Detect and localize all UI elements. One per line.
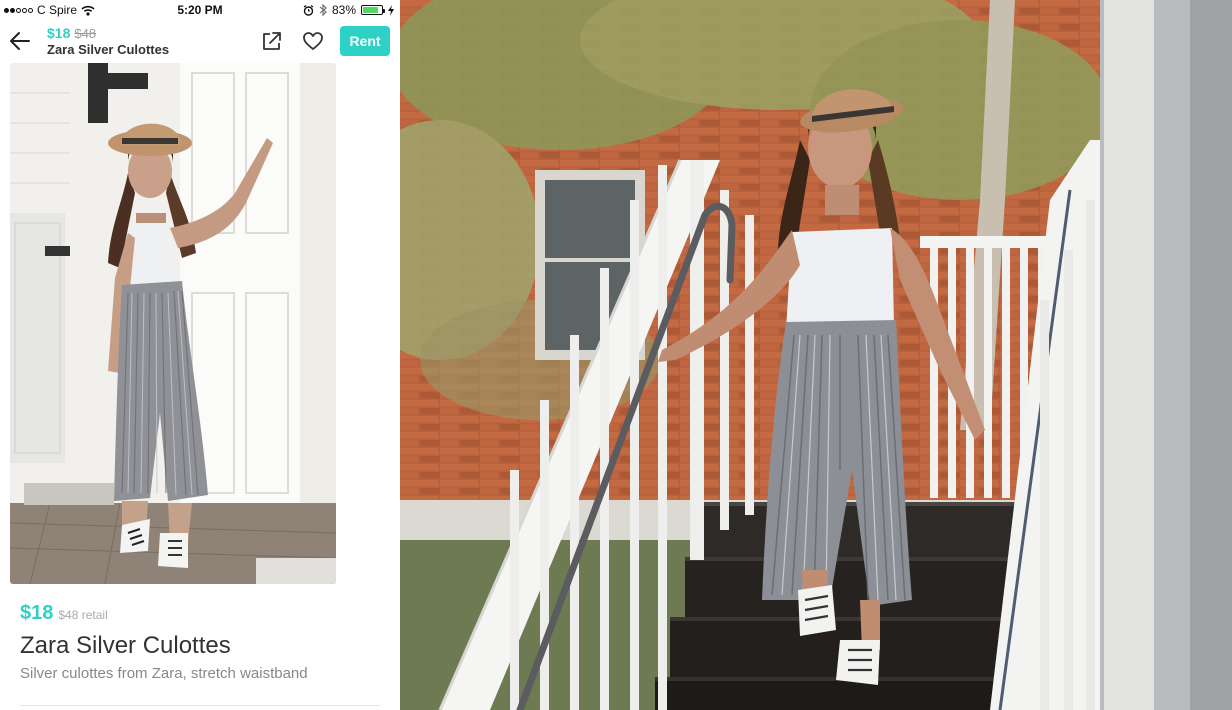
nav-title-block: $18 $48 Zara Silver Culottes xyxy=(47,25,169,57)
battery-percent: 83% xyxy=(331,3,356,17)
product-title: Zara Silver Culottes xyxy=(20,632,231,659)
share-icon[interactable] xyxy=(261,30,283,52)
product-photo-illustration xyxy=(10,63,336,584)
lifestyle-photo-illustration xyxy=(400,0,1232,710)
nav-retail-price: $48 xyxy=(74,26,97,41)
product-description: Silver culottes from Zara, stretch waist… xyxy=(20,665,308,682)
battery-icon xyxy=(361,5,385,15)
retail-price: $48 retail xyxy=(58,608,108,622)
rental-price: $18 xyxy=(20,602,54,624)
heart-icon[interactable] xyxy=(302,30,324,52)
phone-screen: C Spire 5:20 PM 83% $18 $48 Zara Silver … xyxy=(0,0,400,710)
status-right: 83% xyxy=(303,3,394,17)
nav-price-row: $18 $48 xyxy=(47,25,169,41)
bluetooth-icon xyxy=(319,4,327,16)
price-row: $18 $48 retail xyxy=(20,602,108,625)
charging-bolt-icon xyxy=(388,4,394,16)
lifestyle-photo xyxy=(400,0,1232,710)
rent-button[interactable]: Rent xyxy=(340,26,390,56)
back-arrow-icon[interactable] xyxy=(8,30,32,52)
battery-level xyxy=(363,7,378,13)
status-bar: C Spire 5:20 PM 83% xyxy=(0,0,400,20)
divider xyxy=(20,705,380,706)
alarm-icon xyxy=(303,4,314,16)
product-photo[interactable] xyxy=(10,63,336,584)
top-nav-bar: $18 $48 Zara Silver Culottes Rent xyxy=(0,20,400,62)
nav-rental-price: $18 xyxy=(47,25,71,41)
nav-product-title: Zara Silver Culottes xyxy=(47,42,170,57)
